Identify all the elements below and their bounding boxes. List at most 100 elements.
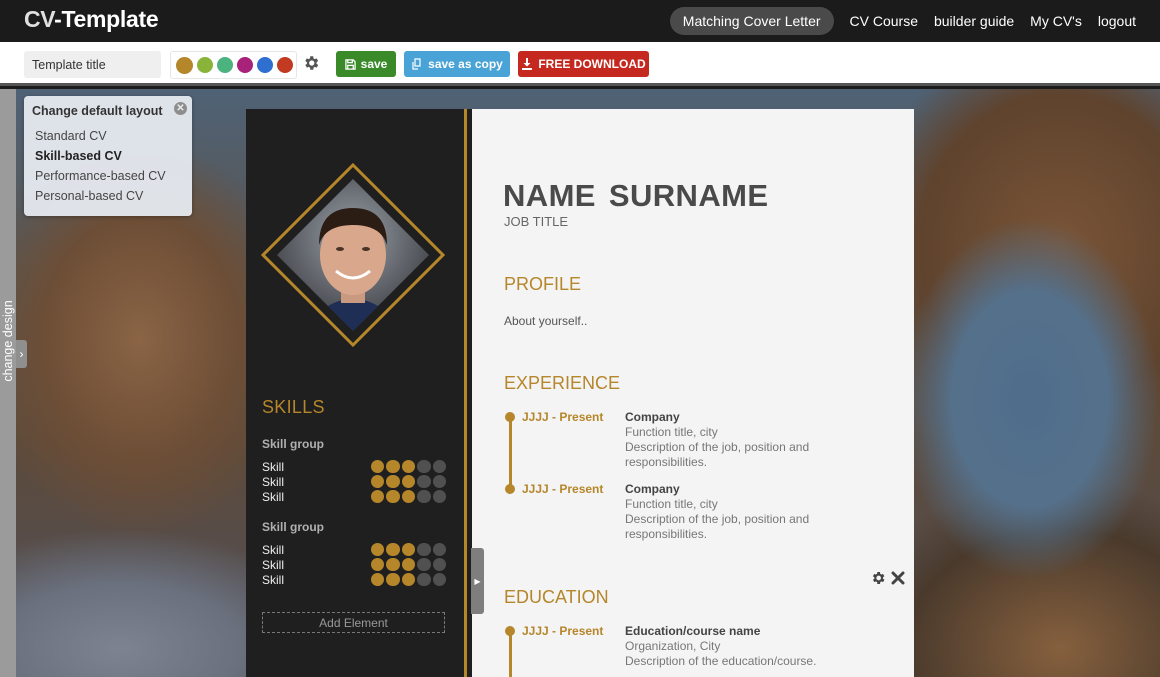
- layout-option-standard[interactable]: Standard CV: [32, 126, 184, 146]
- collapse-panel-handle[interactable]: ▶: [471, 548, 484, 614]
- skill-group-title[interactable]: Skill group: [262, 520, 324, 534]
- profile-text[interactable]: About yourself..: [504, 314, 587, 328]
- rating-dot-empty[interactable]: [417, 542, 431, 557]
- rating-dot-empty[interactable]: [432, 489, 446, 504]
- nav-logout[interactable]: logout: [1090, 7, 1144, 35]
- rating-dot-filled[interactable]: [370, 557, 384, 572]
- layout-option-performance-based[interactable]: Performance-based CV: [32, 166, 184, 186]
- color-swatch-green[interactable]: [197, 57, 213, 73]
- experience-company: Company: [625, 482, 680, 496]
- cv-job-title[interactable]: JOB TITLE: [504, 214, 568, 229]
- skill-group-title[interactable]: Skill group: [262, 437, 324, 451]
- color-swatch-red[interactable]: [277, 57, 293, 73]
- timeline-dot: [505, 484, 515, 494]
- free-download-button[interactable]: FREE DOWNLOAD: [518, 51, 649, 77]
- skill-rating[interactable]: [370, 542, 446, 557]
- rating-dot-empty[interactable]: [432, 474, 446, 489]
- rating-dot-filled[interactable]: [370, 474, 384, 489]
- skill-rating[interactable]: [370, 474, 446, 489]
- skill-row[interactable]: Skill: [262, 474, 446, 489]
- rating-dot-empty[interactable]: [417, 557, 431, 572]
- rating-dot-filled[interactable]: [386, 489, 400, 504]
- skill-row[interactable]: Skill: [262, 572, 446, 587]
- logo[interactable]: CV-Template: [24, 6, 159, 33]
- skill-row[interactable]: Skill: [262, 489, 446, 504]
- chevron-right-icon[interactable]: ›: [16, 340, 27, 368]
- education-section-title[interactable]: EDUCATION: [504, 587, 609, 608]
- close-icon[interactable]: ✕: [174, 102, 187, 115]
- save-button[interactable]: save: [336, 51, 396, 77]
- rating-dot-filled[interactable]: [386, 542, 400, 557]
- rating-dot-empty[interactable]: [432, 572, 446, 587]
- color-palette: [170, 51, 297, 79]
- rating-dot-filled[interactable]: [370, 572, 384, 587]
- rating-dot-empty[interactable]: [417, 459, 431, 474]
- skill-label: Skill: [262, 474, 285, 489]
- rating-dot-filled[interactable]: [386, 572, 400, 587]
- experience-date[interactable]: JJJJ - Present: [522, 482, 603, 496]
- template-title-input[interactable]: [24, 51, 161, 78]
- rating-dot-empty[interactable]: [417, 474, 431, 489]
- rating-dot-filled[interactable]: [401, 542, 415, 557]
- save-label: save: [360, 57, 388, 71]
- save-as-copy-button[interactable]: save as copy: [404, 51, 510, 77]
- skill-row[interactable]: Skill: [262, 557, 446, 572]
- color-swatch-teal[interactable]: [217, 57, 233, 73]
- layout-option-personal-based[interactable]: Personal-based CV: [32, 186, 184, 206]
- rating-dot-filled[interactable]: [401, 474, 415, 489]
- rating-dot-empty[interactable]: [432, 557, 446, 572]
- cv-name[interactable]: NAME SURNAME: [503, 178, 768, 214]
- rating-dot-filled[interactable]: [401, 489, 415, 504]
- education-entry[interactable]: Education/course name Organization, City…: [625, 624, 865, 669]
- rating-dot-filled[interactable]: [401, 557, 415, 572]
- rating-dot-filled[interactable]: [370, 489, 384, 504]
- download-label: FREE DOWNLOAD: [538, 57, 646, 71]
- skill-row[interactable]: Skill: [262, 542, 446, 557]
- timeline-dot: [505, 412, 515, 422]
- education-description: Description of the education/course.: [625, 654, 817, 668]
- rating-dot-empty[interactable]: [432, 459, 446, 474]
- rating-dot-filled[interactable]: [386, 459, 400, 474]
- profile-section-title[interactable]: PROFILE: [504, 274, 581, 295]
- skills-section-title[interactable]: SKILLS: [262, 397, 325, 418]
- copy-icon: [412, 58, 421, 70]
- skill-label: Skill: [262, 459, 285, 474]
- skill-rating[interactable]: [370, 572, 446, 587]
- profile-photo[interactable]: [260, 162, 446, 348]
- skill-rating[interactable]: [370, 459, 446, 474]
- rating-dot-filled[interactable]: [386, 557, 400, 572]
- rating-dot-filled[interactable]: [370, 459, 384, 474]
- change-design-label: change design: [1, 300, 15, 382]
- skill-row[interactable]: Skill: [262, 459, 446, 474]
- experience-company: Company: [625, 410, 680, 424]
- rating-dot-empty[interactable]: [417, 489, 431, 504]
- nav-my-cvs[interactable]: My CV's: [1022, 7, 1090, 35]
- color-swatch-magenta[interactable]: [237, 57, 253, 73]
- gear-icon[interactable]: [870, 570, 886, 591]
- rating-dot-empty[interactable]: [417, 572, 431, 587]
- floppy-icon: [344, 58, 356, 70]
- experience-section-title[interactable]: EXPERIENCE: [504, 373, 620, 394]
- rating-dot-filled[interactable]: [386, 474, 400, 489]
- education-date[interactable]: JJJJ - Present: [522, 624, 603, 638]
- rating-dot-empty[interactable]: [432, 542, 446, 557]
- experience-date[interactable]: JJJJ - Present: [522, 410, 603, 424]
- nav-builder-guide[interactable]: builder guide: [926, 7, 1022, 35]
- timeline-dot: [505, 626, 515, 636]
- skill-rating[interactable]: [370, 557, 446, 572]
- rating-dot-filled[interactable]: [401, 572, 415, 587]
- close-icon[interactable]: [891, 571, 905, 590]
- rating-dot-filled[interactable]: [401, 459, 415, 474]
- nav-cv-course[interactable]: CV Course: [842, 7, 926, 35]
- nav-matching-cover-letter[interactable]: Matching Cover Letter: [669, 7, 834, 35]
- color-swatch-blue[interactable]: [257, 57, 273, 73]
- rating-dot-filled[interactable]: [370, 542, 384, 557]
- skill-rating[interactable]: [370, 489, 446, 504]
- caret-right-icon: ▶: [474, 576, 481, 586]
- add-element-button[interactable]: Add Element: [262, 612, 445, 633]
- layout-option-skill-based[interactable]: Skill-based CV: [32, 146, 184, 166]
- experience-entry[interactable]: Company Function title, city Description…: [625, 482, 845, 542]
- color-swatch-gold[interactable]: [176, 56, 193, 74]
- gear-icon[interactable]: [302, 54, 320, 72]
- experience-entry[interactable]: Company Function title, city Description…: [625, 410, 845, 470]
